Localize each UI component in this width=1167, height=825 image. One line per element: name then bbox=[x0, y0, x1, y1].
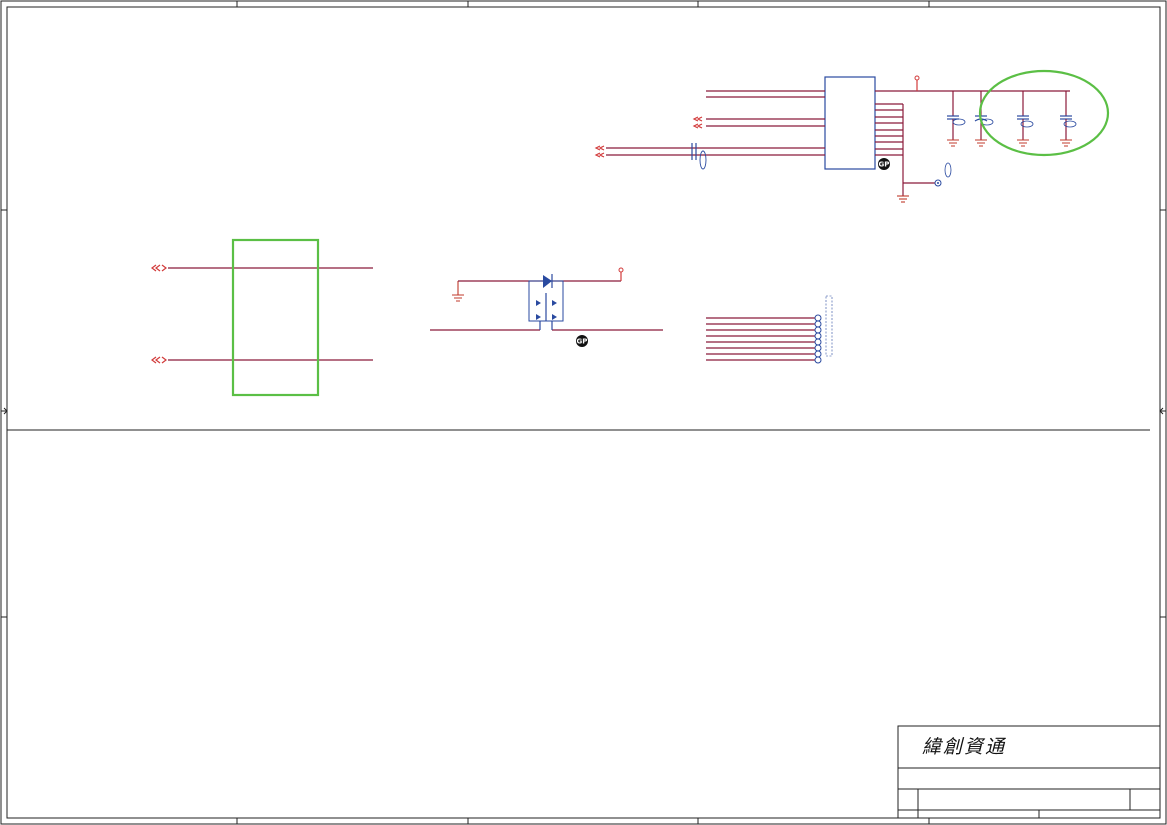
highlight-ellipse bbox=[978, 69, 1110, 157]
highlight-box bbox=[231, 238, 320, 397]
ic-block bbox=[606, 75, 1070, 196]
gp-marker: GP bbox=[576, 335, 588, 347]
gp-marker-label: GP bbox=[577, 338, 588, 346]
capacitor-symbol bbox=[691, 143, 707, 170]
test-point-header bbox=[706, 295, 833, 364]
test-point-symbol bbox=[934, 162, 952, 187]
company-name: 緯創資通 bbox=[922, 736, 1007, 758]
gp-marker-label: GP bbox=[879, 161, 890, 169]
title-block: 緯創資通 bbox=[897, 725, 1161, 819]
off-page-connector-symbol bbox=[594, 116, 703, 158]
decoupling-capacitors bbox=[947, 91, 1077, 147]
gp-marker: GP bbox=[878, 158, 890, 170]
diode-symbol bbox=[536, 293, 557, 321]
test-point-symbol bbox=[814, 314, 822, 364]
left-signal-block bbox=[151, 264, 373, 364]
ground-symbol bbox=[897, 195, 909, 203]
diode-circuit bbox=[430, 267, 663, 331]
schematic-sheet: GP GP 緯創資通 bbox=[0, 0, 1167, 825]
